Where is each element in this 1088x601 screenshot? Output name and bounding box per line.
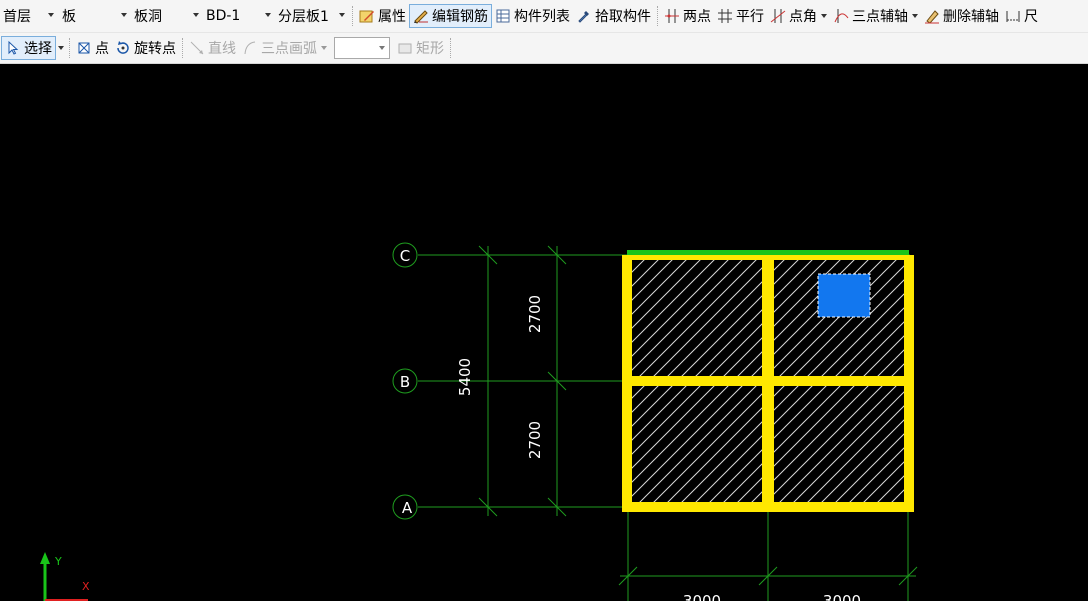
layer-dropdown[interactable]: 分层板1 [275, 4, 349, 28]
point-angle-axis-icon [770, 8, 786, 24]
toolbar-separator [69, 38, 70, 58]
component-list-label: 构件列表 [514, 9, 570, 25]
drawing-canvas[interactable]: C B A 5400 2700 2700 3000 3000 Y X [0, 64, 1088, 601]
chevron-down-icon[interactable] [58, 46, 64, 50]
ucs-y-label: Y [54, 555, 62, 568]
type-dropdown[interactable]: 板洞 [131, 4, 203, 28]
two-points-label: 两点 [683, 9, 711, 25]
properties-icon [359, 8, 375, 24]
ucs-icon: Y X [40, 552, 90, 601]
category-value: 板 [62, 9, 76, 25]
rectangle-label: 矩形 [416, 41, 444, 57]
select-label: 选择 [24, 41, 52, 57]
two-points-axis-button[interactable]: 两点 [661, 4, 714, 28]
chevron-down-icon [265, 13, 271, 17]
chevron-down-icon [379, 46, 385, 50]
line-icon [189, 40, 205, 56]
toolbar-separator [182, 38, 183, 58]
pencil-rebar-icon [413, 8, 429, 24]
dimension-label: 尺 [1024, 9, 1038, 25]
select-button[interactable]: 选择 [1, 36, 56, 60]
dim-label-bottom: 2700 [526, 421, 544, 459]
toolbar-separator [450, 38, 451, 58]
rotate-point-label: 旋转点 [134, 41, 176, 57]
dim-label-top: 2700 [526, 295, 544, 333]
line-label: 直线 [208, 41, 236, 57]
rotate-icon [115, 40, 131, 56]
dim-label-x2: 3000 [823, 592, 861, 601]
eraser-icon [924, 8, 940, 24]
rotate-point-button[interactable]: 旋转点 [112, 36, 179, 60]
axis-label-b: B [400, 373, 410, 391]
eyedropper-icon [576, 8, 592, 24]
three-point-axis-button[interactable]: 三点辅轴 [830, 4, 921, 28]
chevron-down-icon [48, 13, 54, 17]
beam-center[interactable] [762, 255, 774, 512]
three-point-axis-icon [833, 8, 849, 24]
two-points-axis-icon [664, 8, 680, 24]
layer-value: 分层板1 [278, 9, 329, 25]
beam-right[interactable] [904, 255, 914, 512]
edit-rebar-button[interactable]: 编辑钢筋 [409, 4, 492, 28]
component-list-button[interactable]: 构件列表 [492, 4, 573, 28]
rectangle-button[interactable]: 矩形 [394, 36, 447, 60]
slab-top-left[interactable] [632, 260, 762, 376]
arc-mode-select[interactable] [334, 37, 390, 59]
delete-axis-button[interactable]: 删除辅轴 [921, 4, 1002, 28]
dimension-button[interactable]: 尺 [1002, 4, 1041, 28]
slab-bottom-left[interactable] [632, 386, 762, 502]
toolbar-separator [657, 6, 658, 26]
chevron-down-icon[interactable] [912, 14, 918, 18]
point-box-icon [76, 40, 92, 56]
line-button[interactable]: 直线 [186, 36, 239, 60]
main-toolbar: 首层 板 板洞 BD-1 分层板1 属性 编辑钢筋 构件列表 拾取构件 两点 平… [0, 0, 1088, 33]
toolbar-separator [352, 6, 353, 26]
ucs-x-label: X [82, 580, 90, 593]
type-value: 板洞 [134, 9, 162, 25]
three-point-arc-button[interactable]: 三点画弧 [239, 36, 330, 60]
parallel-axis-icon [717, 8, 733, 24]
chevron-down-icon [193, 13, 199, 17]
arc-icon [242, 40, 258, 56]
properties-label: 属性 [378, 9, 406, 25]
point-button[interactable]: 点 [73, 36, 112, 60]
dim-label-x1: 3000 [683, 592, 721, 601]
axis-label-a: A [402, 499, 413, 517]
point-angle-axis-button[interactable]: 点角 [767, 4, 830, 28]
pick-component-button[interactable]: 拾取构件 [573, 4, 654, 28]
chevron-down-icon[interactable] [321, 46, 327, 50]
draw-toolbar: 选择 点 旋转点 直线 三点画弧 矩形 [0, 33, 1088, 64]
chevron-down-icon [121, 13, 127, 17]
pick-component-label: 拾取构件 [595, 9, 651, 25]
slab-bottom-right[interactable] [774, 386, 904, 502]
category-dropdown[interactable]: 板 [59, 4, 131, 28]
drawing-svg[interactable]: C B A 5400 2700 2700 3000 3000 Y X [0, 64, 1088, 601]
slab-top-edge[interactable] [627, 250, 909, 255]
axis-label-c: C [400, 247, 410, 265]
properties-button[interactable]: 属性 [356, 4, 409, 28]
three-point-axis-label: 三点辅轴 [852, 9, 908, 25]
three-point-arc-label: 三点画弧 [261, 41, 317, 57]
floor-dropdown[interactable]: 首层 [0, 4, 58, 28]
beam-left[interactable] [622, 255, 632, 512]
component-dropdown[interactable]: BD-1 [203, 4, 275, 28]
point-angle-label: 点角 [789, 9, 817, 25]
floor-value: 首层 [3, 9, 31, 25]
parallel-axis-button[interactable]: 平行 [714, 4, 767, 28]
point-label: 点 [95, 41, 109, 57]
dim-label-total: 5400 [456, 358, 474, 396]
cursor-arrow-icon [5, 40, 21, 56]
chevron-down-icon [339, 13, 345, 17]
parallel-label: 平行 [736, 9, 764, 25]
list-icon [495, 8, 511, 24]
delete-axis-label: 删除辅轴 [943, 9, 999, 25]
component-value: BD-1 [206, 8, 241, 24]
edit-rebar-label: 编辑钢筋 [432, 9, 488, 25]
dimension-icon [1005, 8, 1021, 24]
rectangle-icon [397, 40, 413, 56]
slab-opening-bd1[interactable] [817, 273, 871, 318]
chevron-down-icon[interactable] [821, 14, 827, 18]
